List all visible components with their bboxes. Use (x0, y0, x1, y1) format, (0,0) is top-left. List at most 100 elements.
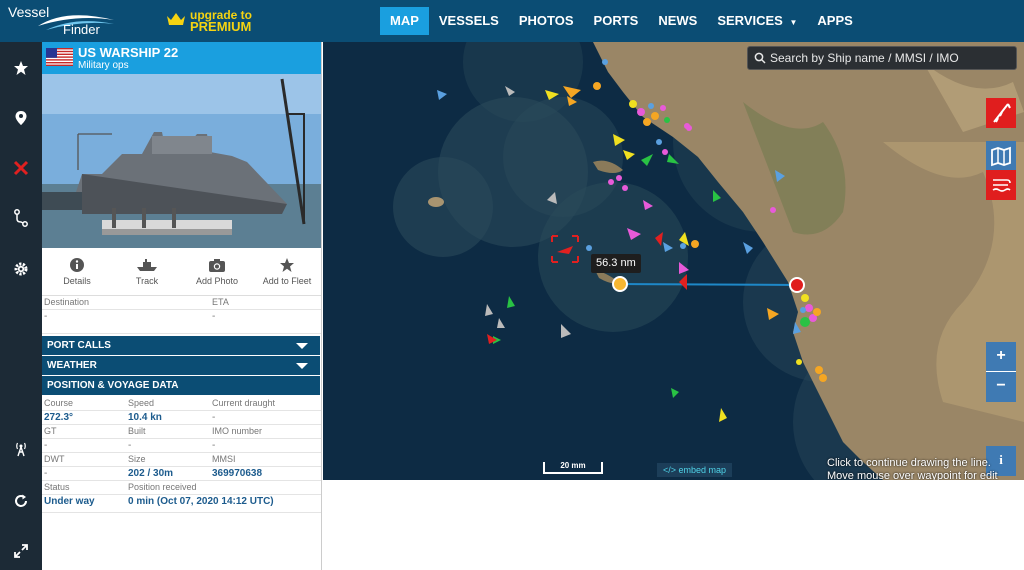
measure-start-marker[interactable] (612, 276, 628, 292)
position-received-label: Position received (128, 482, 197, 492)
vessel-map[interactable]: 56.3 nm + − i 20 mm </> embed map Click … (323, 42, 1024, 480)
vessel-type: Military ops (78, 60, 129, 71)
built-label: Built (128, 426, 146, 436)
destination-label: Destination (44, 297, 90, 307)
route-icon[interactable] (10, 207, 32, 229)
draught-value: - (212, 412, 216, 423)
antenna-icon[interactable] (10, 438, 32, 460)
port-calls-section[interactable]: PORT CALLS (42, 336, 320, 355)
chevron-down-icon: ▼ (789, 18, 798, 27)
measure-tool-button[interactable] (986, 98, 1016, 128)
vessel-header: US WARSHIP 22 Military ops (42, 42, 321, 74)
vessel-search-bar[interactable] (747, 46, 1017, 70)
position-received-value: 0 min (Oct 07, 2020 14:12 UTC) (128, 496, 274, 507)
mmsi-value: 369970638 (212, 468, 263, 479)
search-icon (754, 52, 766, 64)
mmsi-label: MMSI (212, 454, 236, 464)
position-voyage-section[interactable]: POSITION & VOYAGE DATA (42, 376, 320, 395)
status-label: Status (44, 482, 70, 492)
dwt-label-row: DWT Size MMSI (42, 453, 321, 467)
info-icon (70, 258, 84, 272)
nav-services[interactable]: SERVICES ▼ (707, 7, 807, 35)
gt-label: GT (44, 426, 57, 436)
weather-layer-button[interactable] (986, 170, 1016, 200)
add-photo-button[interactable]: Add Photo (182, 248, 252, 295)
vessel-search-input[interactable] (770, 49, 1014, 67)
location-pin-icon[interactable] (10, 107, 32, 129)
status-value: Under way (44, 496, 95, 507)
ship-track-icon (137, 259, 157, 271)
left-toolbar (0, 42, 42, 570)
vesselfinder-logo[interactable]: Vessel Finder (8, 4, 118, 38)
add-to-fleet-button[interactable]: Add to Fleet (252, 248, 321, 295)
details-label: Details (63, 276, 91, 286)
measure-hint: Click to continue drawing the line. Move… (827, 457, 1024, 480)
measure-hint-line1: Click to continue drawing the line. (827, 457, 991, 469)
nav-vessels[interactable]: VESSELS (429, 7, 509, 35)
star-icon (280, 258, 294, 272)
speed-label: Speed (128, 398, 155, 408)
speed-value: 10.4 kn (128, 412, 162, 423)
weather-label: WEATHER (47, 360, 97, 371)
details-button[interactable]: Details (42, 248, 112, 295)
size-label: Size (128, 454, 146, 464)
logo-text-bottom: Finder (63, 22, 100, 37)
gt-value-row: - - - (42, 439, 321, 453)
status-label-row: Status Position received (42, 481, 321, 495)
course-label: Course (44, 398, 74, 408)
map-icon (991, 146, 1011, 167)
course-label-row: Course Speed Current draught (42, 397, 321, 411)
draught-label: Current draught (212, 398, 276, 408)
chevron-down-icon (296, 343, 308, 349)
gt-value: - (44, 440, 48, 451)
main-nav: MAP VESSELS PHOTOS PORTS NEWS SERVICES ▼… (380, 7, 863, 35)
map-canvas[interactable] (323, 42, 1024, 480)
ship-fleet-icon[interactable] (10, 157, 32, 179)
weather-section[interactable]: WEATHER (42, 356, 320, 375)
course-value-row: 272.3° 10.4 kn - (42, 411, 321, 425)
zoom-in-button[interactable]: + (986, 342, 1016, 372)
gt-label-row: GT Built IMO number (42, 425, 321, 439)
dwt-value-row: - 202 / 30m 369970638 (42, 467, 321, 481)
eta-value: - (212, 311, 216, 322)
measure-end-marker[interactable] (789, 277, 805, 293)
star-icon[interactable] (10, 57, 32, 79)
gear-icon[interactable] (10, 258, 32, 280)
built-value: - (128, 440, 132, 451)
size-value: 202 / 30m (128, 468, 174, 479)
premium-text: PREMIUM (190, 19, 252, 34)
camera-icon (209, 259, 225, 272)
vessel-photo[interactable] (42, 74, 322, 248)
vessel-name: US WARSHIP 22 (78, 45, 179, 60)
chevron-down-icon (296, 363, 308, 369)
destination-label-row: Destination ETA (42, 296, 321, 310)
nav-photos[interactable]: PHOTOS (509, 7, 584, 35)
measure-hint-line2: Move mouse over waypoint for edit (827, 470, 998, 480)
imo-label: IMO number (212, 426, 263, 436)
imo-value: - (212, 440, 216, 451)
crown-icon (167, 13, 185, 25)
vessel-detail-panel: US WARSHIP 22 Military ops Details Track… (42, 42, 322, 570)
course-value: 272.3° (44, 412, 74, 423)
destination-value: - (44, 311, 48, 322)
top-navigation-bar: Vessel Finder upgrade to PREMIUM MAP VES… (0, 0, 1024, 42)
wind-waves-icon (992, 179, 1011, 192)
united-states-flag-icon (46, 48, 73, 66)
nav-ports[interactable]: PORTS (584, 7, 649, 35)
destination-value-row: - - (42, 310, 321, 334)
nav-map[interactable]: MAP (380, 7, 429, 35)
add-to-fleet-label: Add to Fleet (262, 276, 312, 286)
expand-icon[interactable] (10, 540, 32, 562)
track-button[interactable]: Track (112, 248, 182, 295)
refresh-icon[interactable] (10, 490, 32, 512)
track-label: Track (135, 276, 159, 286)
zoom-out-button[interactable]: − (986, 372, 1016, 402)
map-layers-button[interactable] (986, 141, 1016, 171)
status-value-row: Under way 0 min (Oct 07, 2020 14:12 UTC) (42, 495, 321, 513)
nav-apps[interactable]: APPS (807, 7, 862, 35)
embed-map-link[interactable]: </> embed map (657, 463, 733, 477)
position-voyage-label: POSITION & VOYAGE DATA (47, 380, 179, 391)
dwt-label: DWT (44, 454, 65, 464)
eta-label: ETA (212, 297, 229, 307)
nav-news[interactable]: NEWS (648, 7, 707, 35)
